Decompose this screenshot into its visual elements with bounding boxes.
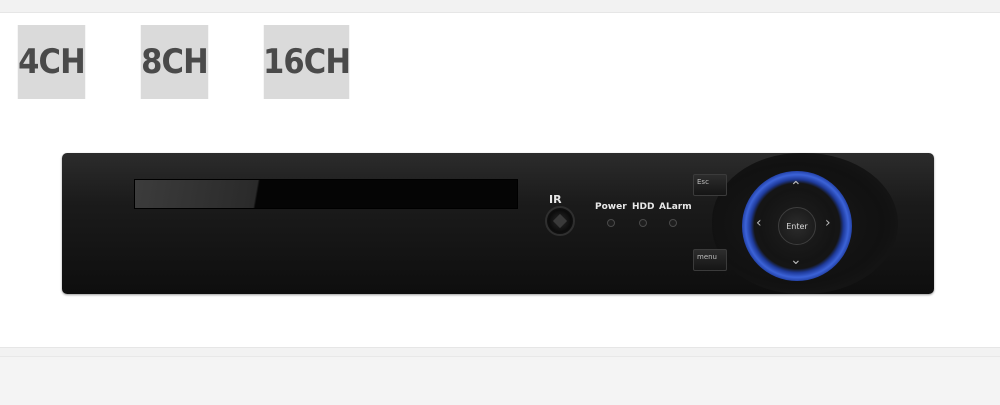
arrow-up-icon[interactable]: ⌃ [790,180,802,194]
ir-receiver-icon [545,206,575,236]
power-led-icon [607,219,615,227]
ir-receiver-center [552,213,568,229]
drive-slot [134,179,518,209]
arrow-right-icon[interactable]: › [825,216,831,230]
esc-button[interactable]: Esc [693,174,727,196]
channel-badge-4ch[interactable]: 4CH [17,25,86,99]
hdd-label: HDD [632,202,655,212]
channel-badge-16ch[interactable]: 16CH [263,25,351,99]
alarm-led-icon [669,219,677,227]
dvr-device-front-panel: IR Power HDD ALarm Esc menu ⌃ ⌄ ‹ › Ente… [62,153,934,294]
arrow-down-icon[interactable]: ⌄ [790,253,802,267]
menu-button[interactable]: menu [693,249,727,271]
enter-button[interactable]: Enter [778,207,816,245]
alarm-label: ALarm [659,202,692,212]
power-label: Power [595,202,627,212]
hdd-led-icon [639,219,647,227]
slot-reflection [135,180,335,208]
ir-label: IR [549,193,562,206]
channel-badge-8ch[interactable]: 8CH [140,25,209,99]
arrow-left-icon[interactable]: ‹ [756,216,762,230]
bottom-strip [0,356,1000,405]
